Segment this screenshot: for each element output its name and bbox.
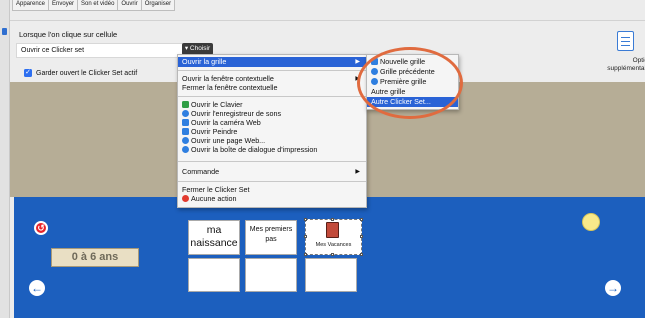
tab-send[interactable]: Envoyer <box>49 0 79 10</box>
document-icon <box>2 28 7 35</box>
more-options-label[interactable]: Options supplémentaires <box>598 57 645 73</box>
yellow-circle-icon[interactable] <box>582 213 600 231</box>
resize-handle[interactable] <box>360 253 363 256</box>
arrow-right-icon[interactable]: → <box>605 280 621 296</box>
cell-empty[interactable] <box>245 258 297 292</box>
microphone-icon <box>182 110 189 117</box>
cell-holidays-label: Mes Vacances <box>315 242 352 248</box>
menu-item-label: Commande <box>182 167 220 176</box>
on-click-label: Lorsque l'on clique sur cellule <box>19 30 118 39</box>
print-icon <box>182 146 189 153</box>
holiday-picture <box>326 222 339 238</box>
annotation-circle <box>357 47 463 119</box>
left-sidebar-strip <box>0 0 10 318</box>
resize-handle[interactable] <box>360 235 363 238</box>
cell-birth[interactable]: ma naissance <box>188 220 240 255</box>
tab-bar: Apparence Envoyer Son et vidéo Ouvrir Or… <box>12 0 176 11</box>
submenu-arrow-icon: ▶ <box>355 59 360 65</box>
menu-divider <box>178 181 366 182</box>
no-entry-icon <box>182 195 189 202</box>
menu-item-label: Ouvrir la fenêtre contextuelle <box>182 74 274 83</box>
resize-handle[interactable] <box>304 253 307 256</box>
undo-icon[interactable]: ↺ <box>34 221 48 235</box>
submenu-arrow-icon: ▶ <box>355 169 360 175</box>
action-menu: Ouvrir la grille ▶ Ouvrir la fenêtre cont… <box>177 54 367 208</box>
tab-open[interactable]: Ouvrir <box>118 0 142 10</box>
menu-item-open-print[interactable]: Ouvrir la boîte de dialogue d'impression <box>178 145 366 155</box>
menu-divider <box>178 70 366 71</box>
menu-item-command[interactable]: Commande ▶ <box>178 167 366 177</box>
resize-handle[interactable] <box>304 218 307 221</box>
keyboard-icon <box>182 101 189 108</box>
menu-item-open-grid[interactable]: Ouvrir la grille ▶ <box>178 57 366 67</box>
cell-first-steps[interactable]: Mes premiers pas <box>245 220 297 255</box>
cell-empty[interactable] <box>188 258 240 292</box>
menu-divider <box>178 161 366 162</box>
tab-sound-video[interactable]: Son et vidéo <box>78 0 119 10</box>
menu-item-no-action[interactable]: Aucune action <box>178 194 366 204</box>
menu-item-label: Ouvrir la grille <box>182 57 227 66</box>
resize-handle[interactable] <box>331 218 334 221</box>
age-label: 0 à 6 ans <box>51 248 139 267</box>
checklist-icon[interactable] <box>617 31 634 51</box>
keep-open-checkbox[interactable]: ✓ <box>24 69 32 77</box>
resize-handle[interactable] <box>360 218 363 221</box>
resize-handle[interactable] <box>331 253 334 256</box>
arrow-left-icon[interactable]: ← <box>29 280 45 296</box>
tab-appearance[interactable]: Apparence <box>13 0 50 10</box>
resize-handle[interactable] <box>304 235 307 238</box>
paint-brush-icon <box>182 128 189 135</box>
menu-divider <box>178 96 366 97</box>
keep-open-option[interactable]: ✓ Garder ouvert le Clicker Set actif <box>24 69 137 77</box>
camera-icon <box>182 119 189 126</box>
cell-empty[interactable] <box>305 258 357 292</box>
keep-open-label: Garder ouvert le Clicker Set actif <box>36 69 138 77</box>
cell-holidays[interactable]: Mes Vacances <box>304 218 363 256</box>
globe-icon <box>182 137 189 144</box>
tab-organize[interactable]: Organiser <box>142 0 174 10</box>
menu-item-close-popup[interactable]: Fermer la fenêtre contextuelle <box>178 83 366 93</box>
action-field[interactable]: Ouvrir ce Clicker set <box>16 43 183 58</box>
